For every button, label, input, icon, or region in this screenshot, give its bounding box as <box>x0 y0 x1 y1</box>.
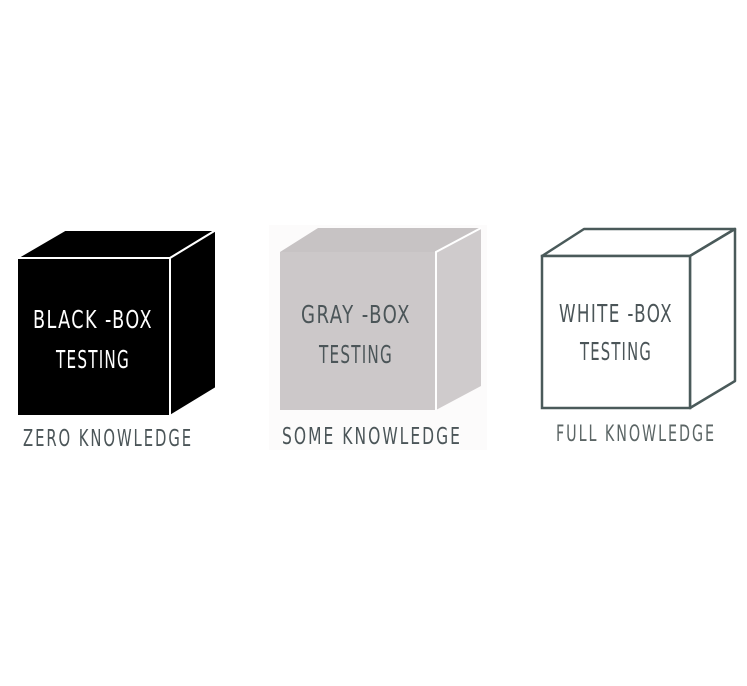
black-box-caption: ZERO KNOWLEDGE <box>23 426 193 452</box>
knowledge-boxes-diagram: BLACK -BOX TESTING ZERO KNOWLEDGE GRAY -… <box>13 225 737 452</box>
gray-box-front-face <box>280 252 436 410</box>
white-box-title-line2: TESTING <box>579 337 652 366</box>
gray-box-title-line1: GRAY -BOX <box>301 300 411 329</box>
black-box-title-line2: TESTING <box>55 345 130 374</box>
black-box-front-face <box>16 257 171 417</box>
white-box-cube: WHITE -BOX TESTING <box>540 227 737 410</box>
white-box-caption: FULL KNOWLEDGE <box>556 422 716 447</box>
gray-box-cube: GRAY -BOX TESTING <box>280 227 482 410</box>
black-box-cube: BLACK -BOX TESTING <box>13 228 220 418</box>
black-box-title-line1: BLACK -BOX <box>33 305 153 334</box>
gray-box-title-line2: TESTING <box>318 340 393 369</box>
gray-box-caption: SOME KNOWLEDGE <box>282 424 462 450</box>
gray-box-side-face <box>436 228 481 410</box>
black-box-side-face <box>169 228 217 418</box>
white-box-title-line1: WHITE -BOX <box>559 299 673 328</box>
white-box-front-face <box>540 254 692 410</box>
white-box-side-face <box>688 227 737 410</box>
